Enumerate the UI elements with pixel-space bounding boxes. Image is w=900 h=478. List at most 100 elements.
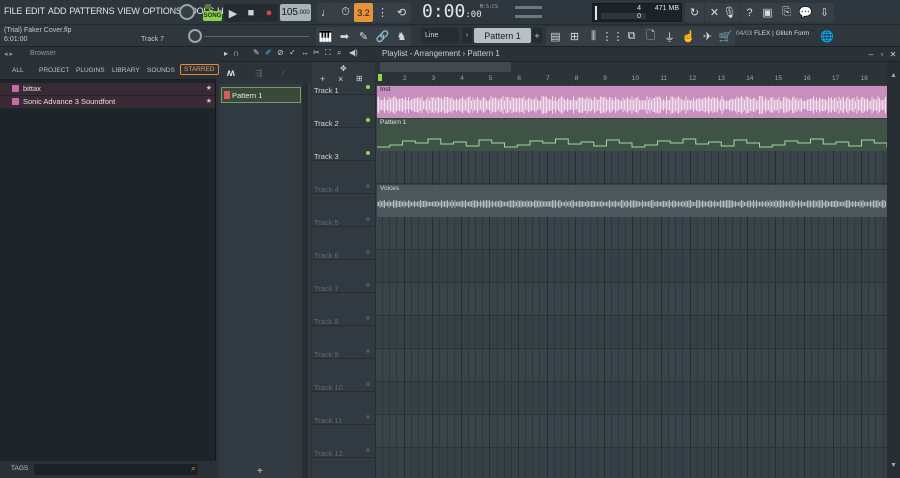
track-header[interactable]: Track 9 [312, 326, 375, 359]
track-mute-led[interactable] [366, 250, 370, 254]
pattern-mode-led[interactable] [205, 4, 211, 9]
plugin-database-button[interactable]: ⧉ [622, 27, 641, 46]
track-header[interactable]: Track 12 [312, 425, 375, 458]
browser-search-input[interactable] [34, 464, 198, 475]
help-button[interactable]: ? [740, 3, 759, 22]
arrow-tool-button[interactable]: ➡ [335, 27, 354, 46]
menu-options[interactable]: OPTIONS [143, 6, 182, 16]
track-header[interactable]: Track 5 [312, 194, 375, 227]
piano-roll-button[interactable]: 🎹 [316, 27, 335, 46]
track-header[interactable]: Track 8 [312, 293, 375, 326]
link-button[interactable]: 🔗 [373, 27, 392, 46]
tab-project[interactable]: PROJECT [39, 67, 69, 74]
audio-clip-voices[interactable]: Voices [377, 185, 887, 217]
menu-view[interactable]: VIEW [117, 6, 139, 16]
mute-tool-icon[interactable]: ✓ [289, 48, 296, 57]
chat-button[interactable]: 💬 [796, 3, 815, 22]
track-mute-led[interactable] [366, 415, 370, 419]
horizontal-scrollbar[interactable] [380, 62, 511, 72]
tags-label[interactable]: TAGS [11, 465, 28, 472]
record-button[interactable]: ● [260, 4, 278, 22]
microphone-button[interactable]: 🎙 [720, 3, 739, 22]
add-pattern-button[interactable]: + [532, 28, 542, 43]
search-icon[interactable]: ⌕ [191, 463, 196, 474]
playhead-marker[interactable] [378, 74, 382, 81]
scroll-down-icon[interactable]: ▼ [890, 462, 897, 469]
minimize-button[interactable]: – [866, 47, 876, 61]
playback-tool-icon[interactable]: ◀) [349, 48, 358, 57]
pattern-clip-1[interactable]: Pattern 1 [377, 119, 887, 151]
save-button[interactable]: ▣ [758, 3, 777, 22]
pattern-item[interactable]: Pattern 1 [221, 87, 301, 103]
track-mute-led[interactable] [366, 382, 370, 386]
track-mute-led[interactable] [366, 349, 370, 353]
touch-keyboard-button[interactable]: ☝ [679, 27, 698, 46]
menu-patterns[interactable]: PATTERNS [69, 6, 114, 16]
magnet-icon[interactable]: ∩ [233, 48, 239, 58]
playlist-button[interactable]: ▤ [546, 27, 565, 46]
pattern-selector[interactable]: Pattern 1 [474, 28, 531, 43]
scroll-up-icon[interactable]: ▲ [890, 72, 897, 79]
track-header[interactable]: Track 7 [312, 260, 375, 293]
play-button[interactable]: ▶ [224, 4, 242, 22]
stop-button[interactable]: ■ [242, 4, 260, 22]
song-mode-button[interactable]: SONG [203, 11, 222, 21]
browser-arrows-icon[interactable]: ◂ ▸ [4, 50, 13, 58]
zoom-tool-icon[interactable]: ⌕ [337, 48, 341, 58]
menu-edit[interactable]: EDIT [25, 6, 45, 16]
browser-item-bittax[interactable]: bittax ★ [0, 83, 215, 95]
add-pattern-plus-icon[interactable]: + [257, 466, 263, 477]
loop-record-button[interactable]: ⟲ [392, 3, 411, 22]
plugin-picker-button[interactable]: ⏚ [660, 27, 679, 46]
pattern-mode-icon[interactable]: ʍ [227, 68, 235, 79]
slip-tool-icon[interactable]: ↔ [301, 48, 309, 57]
playlist-arrows-icon[interactable]: ▸ [224, 49, 228, 58]
star-icon[interactable]: ★ [206, 97, 212, 105]
track-mute-led[interactable] [366, 283, 370, 287]
paint-tool-icon[interactable]: ✐ [265, 48, 272, 57]
piano-roll-window-button[interactable]: ⊞ [565, 27, 584, 46]
track-mute-led[interactable] [366, 448, 370, 452]
menu-file[interactable]: FILE [4, 6, 22, 16]
select-tool-icon[interactable]: ⛶ [325, 48, 331, 58]
audio-clip-inst[interactable]: Inst [377, 86, 887, 118]
track-header[interactable]: Track 2 [312, 95, 375, 128]
tab-sounds[interactable]: SOUNDS [147, 67, 175, 74]
plugin-manager-button[interactable]: ⎘ [777, 3, 796, 22]
browser-item-soundfont[interactable]: Sonic Advance 3 Soundfont ★ [0, 96, 215, 108]
channel-rack-button[interactable]: ⋮⋮ [602, 27, 624, 46]
news-ticker[interactable]: 04/03 FLEX | Glitch Form [736, 30, 809, 37]
close-button[interactable]: ✕ [888, 47, 898, 61]
track-mute-led[interactable] [366, 316, 370, 320]
countdown-button[interactable]: 3.2 [354, 3, 373, 22]
track-header[interactable]: Track 1 [312, 62, 375, 95]
picker-scrollbar[interactable] [302, 84, 308, 478]
tab-starred[interactable]: STARRED [180, 64, 219, 75]
slice-tool-icon[interactable]: ✂ [313, 48, 320, 57]
maximize-button[interactable]: ▫ [877, 47, 887, 61]
browser-button[interactable]: 🗋 [641, 27, 660, 46]
pattern-prev-button[interactable]: › [462, 28, 472, 43]
shop-button[interactable]: 🛒 [716, 27, 735, 46]
draw-tool-button[interactable]: ✎ [354, 27, 373, 46]
track-mute-led[interactable] [366, 151, 370, 155]
download-button[interactable]: ⇩ [815, 3, 834, 22]
tab-all[interactable]: ALL [12, 67, 24, 74]
stamp-button[interactable]: ♞ [392, 27, 411, 46]
master-volume-slider[interactable] [515, 6, 542, 9]
channel-volume-slider[interactable] [204, 36, 309, 37]
timeline-ruler[interactable]: 2 3 4 5 6 7 8 9 10 11 12 13 14 15 16 17 18 [375, 74, 887, 85]
delete-tool-icon[interactable]: ⊘ [277, 48, 284, 57]
track-mute-led[interactable] [366, 118, 370, 122]
tab-library[interactable]: LIBRARY [112, 67, 140, 74]
pan-knob[interactable] [188, 29, 202, 43]
wait-input-button[interactable]: ⏱ [336, 3, 355, 22]
menu-add[interactable]: ADD [48, 6, 67, 16]
track-header[interactable]: Track 3 [312, 128, 375, 161]
track-header[interactable]: Track 11 [312, 392, 375, 425]
vertical-scrollbar[interactable]: ▲ ▼ [887, 62, 900, 478]
project-info-button[interactable]: ✈ [698, 27, 717, 46]
track-mute-led[interactable] [366, 85, 370, 89]
star-icon[interactable]: ★ [206, 84, 212, 92]
metronome-button[interactable]: ♩ [317, 3, 336, 22]
